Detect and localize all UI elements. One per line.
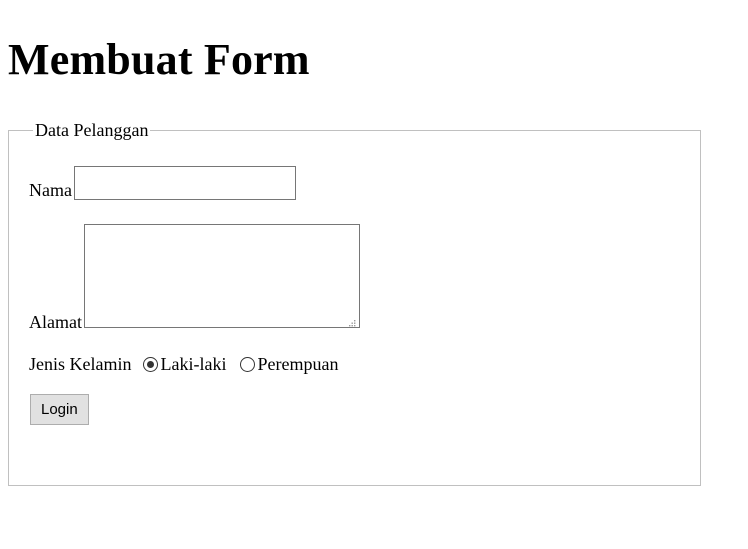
alamat-textarea-wrap xyxy=(82,224,360,332)
nama-label: Nama xyxy=(29,180,72,200)
radio-perempuan-label: Perempuan xyxy=(257,354,339,374)
customer-fieldset: Data Pelanggan Nama Alamat Jenis Kelamin… xyxy=(8,120,701,486)
radio-unselected-icon[interactable] xyxy=(240,356,256,372)
gender-row: Jenis Kelamin Laki-laki Perempuan xyxy=(29,354,680,374)
nama-row: Nama xyxy=(29,166,680,200)
radio-perempuan[interactable]: Perempuan xyxy=(240,354,338,374)
fieldset-legend: Data Pelanggan xyxy=(35,120,149,140)
alamat-label: Alamat xyxy=(29,312,82,332)
radio-laki-laki-label: Laki-laki xyxy=(160,354,227,374)
nama-input[interactable] xyxy=(73,166,296,200)
alamat-textarea[interactable] xyxy=(83,224,360,328)
page-title: Membuat Form xyxy=(8,35,310,84)
login-button[interactable]: Login xyxy=(30,394,89,425)
page: Membuat Form Data Pelanggan Nama Alamat xyxy=(0,30,748,486)
login-row: Login xyxy=(29,394,680,425)
gender-label: Jenis Kelamin xyxy=(29,354,132,374)
radio-selected-icon[interactable] xyxy=(143,356,159,372)
radio-laki-laki[interactable]: Laki-laki xyxy=(143,354,226,374)
alamat-row: Alamat xyxy=(29,224,680,332)
